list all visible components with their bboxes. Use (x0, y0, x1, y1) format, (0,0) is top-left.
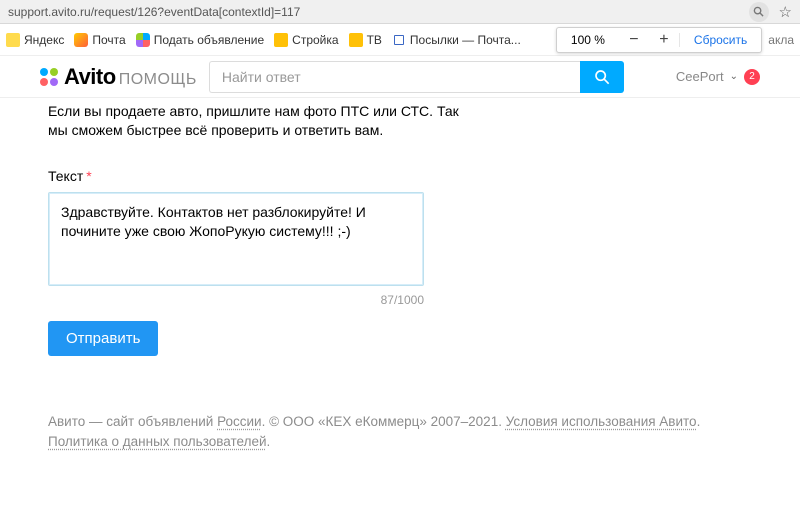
char-counter: 87/1000 (48, 293, 424, 307)
zoom-control: 100 % − + Сбросить (556, 27, 762, 53)
footer-link-terms[interactable]: Условия использования Авито (506, 414, 697, 429)
textarea-label: Текст* (48, 168, 752, 184)
zoom-in-button[interactable]: + (649, 31, 679, 49)
footer-link-russia[interactable]: России (217, 414, 262, 429)
user-menu[interactable]: CeePort ⌄ 2 (676, 69, 760, 85)
avito-logo-icon (40, 68, 58, 86)
url-text: support.avito.ru/request/126?eventData[c… (8, 5, 743, 19)
bookmark-label: Яндекс (24, 33, 64, 47)
message-textarea[interactable] (48, 192, 424, 286)
bookmark-label: Почта (92, 33, 125, 47)
search (209, 61, 624, 93)
bookmark-tv[interactable]: ТВ (349, 33, 382, 47)
bookmark-mail[interactable]: Почта (74, 33, 125, 47)
search-engine-icon[interactable] (749, 2, 769, 22)
zoom-out-button[interactable]: − (619, 31, 649, 49)
brand-main: Avito (64, 64, 116, 89)
bookmark-label: ТВ (367, 33, 382, 47)
footer: Авито — сайт объявлений России. © ООО «К… (48, 412, 752, 453)
cutoff-text: акла (768, 33, 794, 47)
bookmark-star-icon[interactable]: ☆ (779, 3, 792, 21)
favicon-icon (392, 33, 406, 47)
zoom-percent: 100 % (557, 33, 619, 47)
footer-text: . © ООО «КЕХ еКоммерц» 2007–2021. (262, 414, 506, 429)
notification-badge: 2 (744, 69, 760, 85)
zoom-reset-button[interactable]: Сбросить (679, 33, 761, 47)
required-asterisk: * (86, 168, 91, 184)
brand-text: Avitoпомощь (64, 64, 197, 90)
search-icon (594, 69, 610, 85)
brand[interactable]: Avitoпомощь (40, 64, 197, 90)
brand-section: помощь (119, 71, 197, 88)
bookmark-label: Стройка (292, 33, 338, 47)
footer-text: . (697, 414, 701, 429)
intro-line: Если вы продаете авто, пришлите нам фото… (48, 103, 459, 119)
bookmark-post-ad[interactable]: Подать объявление (136, 33, 264, 47)
site-header: Avitoпомощь CeePort ⌄ 2 (0, 56, 800, 98)
search-button[interactable] (580, 61, 624, 93)
favicon-icon (74, 33, 88, 47)
submit-button[interactable]: Отправить (48, 321, 158, 356)
bookmark-label: Посылки — Почта... (410, 33, 521, 47)
bookmark-posylki[interactable]: Посылки — Почта... (392, 33, 521, 47)
footer-text: . (267, 434, 271, 449)
label-text: Текст (48, 168, 83, 184)
intro-line: мы сможем быстрее всё проверить и ответи… (48, 122, 383, 138)
browser-address-bar: support.avito.ru/request/126?eventData[c… (0, 0, 800, 24)
main-content: Если вы продаете авто, пришлите нам фото… (0, 98, 800, 462)
favicon-icon (349, 33, 363, 47)
bookmark-label: Подать объявление (154, 33, 264, 47)
chevron-down-icon: ⌄ (730, 71, 738, 82)
favicon-icon (6, 33, 20, 47)
bookmarks-list: Яндекс Почта Подать объявление Стройка Т… (6, 33, 556, 47)
bookmarks-bar: Яндекс Почта Подать объявление Стройка Т… (0, 24, 800, 56)
user-name: CeePort (676, 69, 724, 84)
bookmark-stroyka[interactable]: Стройка (274, 33, 338, 47)
intro-text: Если вы продаете авто, пришлите нам фото… (48, 102, 752, 140)
favicon-icon (136, 33, 150, 47)
footer-text: Авито — сайт объявлений (48, 414, 217, 429)
favicon-icon (274, 33, 288, 47)
footer-link-privacy[interactable]: Политика о данных пользователей (48, 434, 267, 449)
bookmark-yandex[interactable]: Яндекс (6, 33, 64, 47)
search-input[interactable] (209, 61, 580, 93)
